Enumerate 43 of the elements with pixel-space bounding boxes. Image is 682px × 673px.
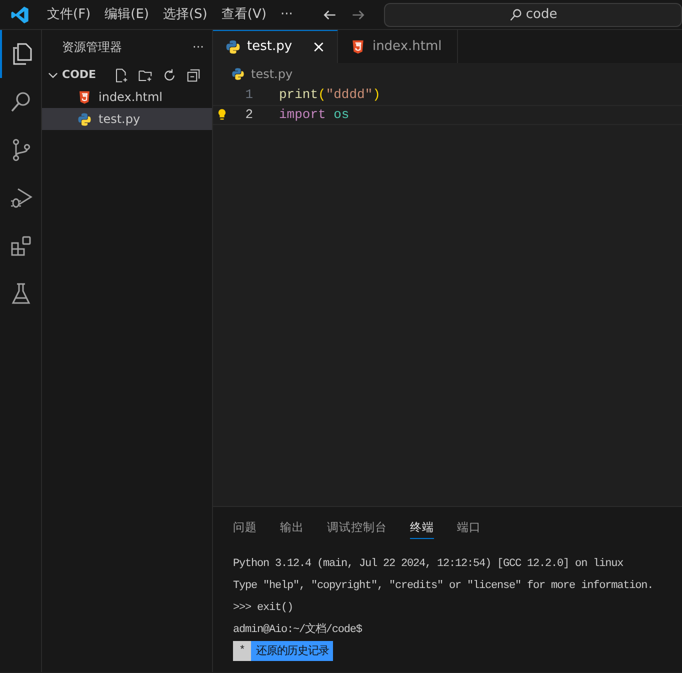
run-debug-icon [9,186,33,210]
sidebar-title: 资源管理器 [62,39,122,56]
python-file-icon [225,39,241,55]
panel-tab[interactable]: 调试控制台 [327,517,387,539]
new-folder-icon[interactable] [138,68,154,82]
collapse-all-icon[interactable] [186,68,202,82]
flask-icon [9,282,33,306]
menu-item[interactable]: 文件(F) [40,4,98,24]
file-row[interactable]: index.html [42,86,212,108]
terminal-line: >>> exit() [233,601,294,616]
menu-item[interactable]: 查看(V) [214,4,274,24]
folder-row[interactable]: CODE [42,64,212,86]
python-file-icon [77,112,92,126]
panel-tab[interactable]: 终端 [410,516,434,540]
code-line: print("dddd") [279,86,380,104]
refresh-icon[interactable] [162,68,178,82]
search-icon [508,8,523,22]
new-file-icon[interactable] [114,68,130,82]
search-field[interactable]: code [384,2,682,26]
breadcrumb-item[interactable]: test.py [251,65,293,83]
terminal-line: admin@Aio:~/文档/code$ [233,622,362,638]
file-row[interactable]: test.py [42,108,212,130]
more-menu[interactable]: ··· [273,4,300,24]
close-tab-button[interactable]: × [312,35,326,59]
html-file-icon [77,90,92,104]
html-file-icon [350,38,366,54]
panel-tab[interactable]: 输出 [280,517,304,539]
panel-tab[interactable]: 问题 [233,517,257,539]
line-number: 1 [244,86,253,104]
more-actions[interactable]: ··· [192,38,204,56]
app-logo-icon [10,4,30,24]
menu-item[interactable]: 选择(S) [156,4,214,24]
editor-tab[interactable]: test.py × [213,30,338,63]
terminal-line: Python 3.12.4 (main, Jul 22 2024, 12:12:54) [GCC 12.2.0] on linux [233,557,624,572]
code-line: import os [279,106,350,124]
extensions-icon [9,234,33,258]
search-icon [9,90,33,114]
files-icon [10,42,34,66]
terminal-line: Type "help", "copyright", "credits" or "license" for more information. [233,579,654,594]
line-number: 2 [244,106,253,124]
menu-item[interactable]: 编辑(E) [98,4,156,24]
python-file-icon [231,67,245,81]
panel-tab[interactable]: 端口 [457,517,481,539]
